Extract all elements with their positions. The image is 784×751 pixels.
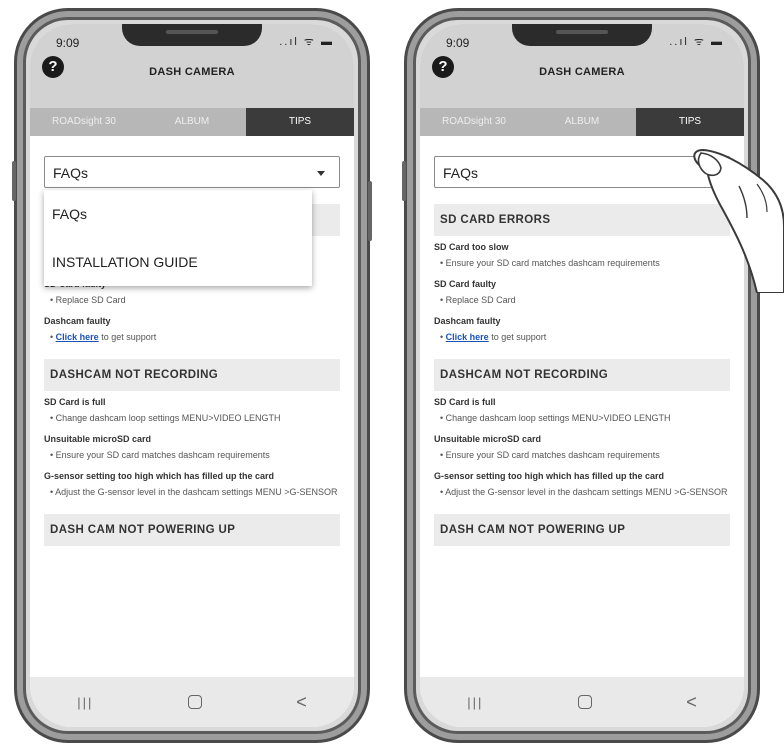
support-link-rest: to get support	[488, 332, 547, 342]
tab-roadsight[interactable]: ROADsight 30	[30, 108, 138, 136]
issue-solution: • Adjust the G-sensor level in the dashc…	[50, 487, 338, 497]
select-value: FAQs	[443, 165, 479, 181]
recent-apps-button[interactable]: |||	[467, 695, 483, 710]
support-link-rest: to get support	[98, 332, 157, 342]
issue-title: Unsuitable microSD card	[434, 434, 542, 444]
issue-title: SD Card is full	[44, 397, 106, 407]
tab-bar: ROADsight 30 ALBUM TIPS	[30, 108, 354, 136]
tips-content: FAQs FAQs INSTALLATION GUIDE SD CARD ERR…	[30, 136, 354, 677]
phone-dropdown-open: 9:09 ..ıl ᯤ ▬ ? DASH CAMERA ROADsight 30…	[12, 8, 372, 743]
faq-sections: SD CARD ERRORS SD Card too slow • Ensure…	[434, 204, 730, 552]
volume-button	[12, 161, 16, 201]
issue-solution: • Change dashcam loop settings MENU>VIDE…	[440, 413, 671, 423]
notch	[512, 24, 652, 46]
issue-solution: • Replace SD Card	[440, 295, 516, 305]
status-icons: ..ıl ᯤ ▬	[279, 36, 334, 48]
option-faqs[interactable]: FAQs	[44, 190, 312, 238]
section-header: DASH CAM NOT POWERING UP	[44, 514, 340, 546]
support-link[interactable]: Click here	[56, 332, 99, 342]
app-title: DASH CAMERA	[149, 66, 235, 78]
select-dropdown: FAQs INSTALLATION GUIDE	[44, 190, 312, 286]
faq-select[interactable]: FAQs	[434, 156, 730, 188]
section-header: DASH CAM NOT POWERING UP	[434, 514, 730, 546]
section-header: DASHCAM NOT RECORDING	[434, 359, 730, 391]
screen: 9:09 ..ıl ᯤ ▬ ? DASH CAMERA ROADsight 30…	[420, 24, 744, 727]
tab-tips[interactable]: TIPS	[246, 108, 354, 136]
app-title: DASH CAMERA	[539, 66, 625, 78]
issue-solution: • Change dashcam loop settings MENU>VIDE…	[50, 413, 281, 423]
status-icons: ..ıl ᯤ ▬	[669, 36, 724, 48]
tab-roadsight[interactable]: ROADsight 30	[420, 108, 528, 136]
issue-solution: • Adjust the G-sensor level in the dashc…	[440, 487, 728, 497]
tab-tips[interactable]: TIPS	[636, 108, 744, 136]
issue-title: SD Card faulty	[434, 279, 497, 289]
back-button[interactable]: <	[296, 692, 307, 713]
section-header: SD CARD ERRORS	[434, 204, 730, 236]
section-header: DASHCAM NOT RECORDING	[44, 359, 340, 391]
android-nav-bar: ||| <	[420, 677, 744, 727]
phone-dropdown-closed: 9:09 ..ıl ᯤ ▬ ? DASH CAMERA ROADsight 30…	[402, 8, 762, 743]
home-button[interactable]	[577, 695, 592, 709]
issue-solution: • Replace SD Card	[50, 295, 126, 305]
issue-title: Unsuitable microSD card	[44, 434, 152, 444]
home-button[interactable]	[187, 695, 202, 709]
android-nav-bar: ||| <	[30, 677, 354, 727]
recent-apps-button[interactable]: |||	[77, 695, 93, 710]
issue-title: G-sensor setting too high which has fill…	[44, 471, 275, 481]
select-value: FAQs	[53, 165, 89, 181]
volume-button	[402, 161, 406, 201]
issue-solution: • Click here to get support	[50, 332, 157, 342]
tab-bar: ROADsight 30 ALBUM TIPS	[420, 108, 744, 136]
faq-select[interactable]: FAQs	[44, 156, 340, 188]
issue-title: SD Card too slow	[434, 242, 509, 252]
issue-title: G-sensor setting too high which has fill…	[434, 471, 665, 481]
back-button[interactable]: <	[686, 692, 697, 713]
issue-solution: • Click here to get support	[440, 332, 547, 342]
issue-title: Dashcam faulty	[44, 316, 111, 326]
status-time: 9:09	[446, 36, 470, 50]
power-button	[368, 181, 372, 241]
issue-title: SD Card is full	[434, 397, 496, 407]
issue-solution: • Ensure your SD card matches dashcam re…	[440, 450, 660, 460]
notch	[122, 24, 262, 46]
support-link[interactable]: Click here	[446, 332, 489, 342]
issue-title: Dashcam faulty	[434, 316, 501, 326]
issue-solution: • Ensure your SD card matches dashcam re…	[50, 450, 270, 460]
tab-album[interactable]: ALBUM	[138, 108, 246, 136]
tab-album[interactable]: ALBUM	[528, 108, 636, 136]
option-installation-guide[interactable]: INSTALLATION GUIDE	[44, 238, 312, 286]
chevron-down-icon	[317, 171, 325, 176]
hand-icon	[693, 149, 784, 293]
screen: 9:09 ..ıl ᯤ ▬ ? DASH CAMERA ROADsight 30…	[30, 24, 354, 727]
status-time: 9:09	[56, 36, 80, 50]
